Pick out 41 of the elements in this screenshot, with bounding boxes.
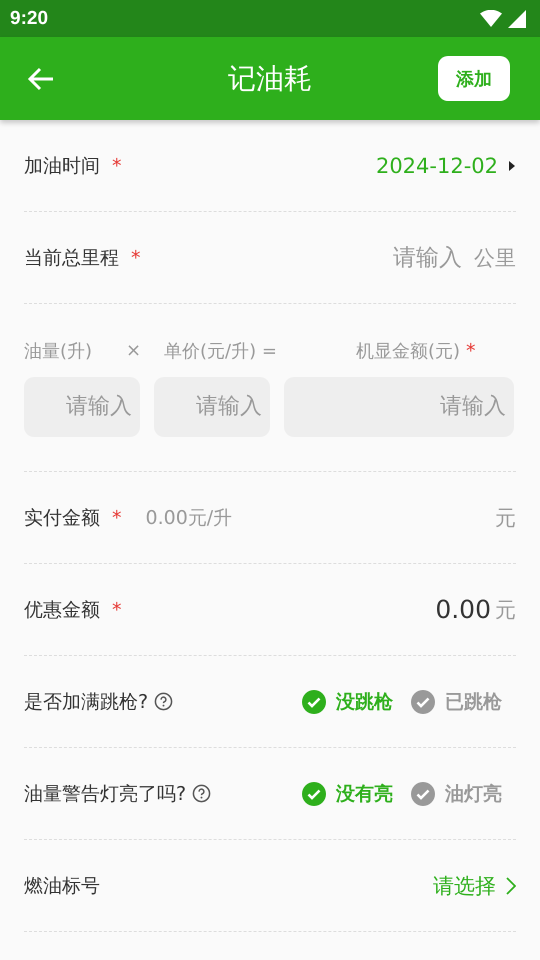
status-time: 9:20 [10,8,48,30]
field-label: 机显金额(元) [356,340,460,362]
back-arrow-icon[interactable] [28,66,54,90]
input-field[interactable]: 请输入 [154,376,270,436]
field-label: 油量(升) [24,340,94,362]
select-link[interactable]: 请选择 [433,872,496,900]
option-label[interactable]: 没跳枪 [336,688,393,714]
price-hint: 0.00元/升 [146,506,234,530]
unit-label: 公里 [474,244,516,272]
field-label: 燃油标号 [24,874,100,898]
amount-value[interactable]: 0.00 [435,595,491,624]
unit-label: 元 [495,504,516,532]
input-field[interactable]: 请输入 [284,376,514,436]
unit-label: 元 [495,596,516,624]
option-label[interactable]: 已跳枪 [445,688,502,714]
field-label: 实付金额 [24,506,100,530]
required-mark: * [131,246,140,268]
help-icon[interactable] [192,784,212,803]
field-label: 是否加满跳枪? [24,690,148,714]
mileage-field[interactable]: 请输入 [370,244,464,272]
signal-icon [508,10,526,28]
add-button[interactable]: 添加 [438,56,510,101]
required-mark: * [466,340,476,362]
caret-icon [508,160,516,172]
option-label[interactable]: 油灯亮 [445,780,502,806]
field-label: 加油时间 [24,154,100,178]
required-mark: * [112,506,122,528]
page-title: 记油耗 [228,60,312,96]
required-mark: * [112,598,122,620]
field-label: 油量警告灯亮了吗? [24,782,186,806]
field-label: 当前总里程 [24,246,119,270]
input-field[interactable]: 请输入 [24,376,140,436]
required-mark: * [112,154,122,176]
option-label[interactable]: 没有亮 [336,780,393,806]
field-label: 单价(元/升) = [164,340,278,362]
operator: × [126,340,142,361]
chevron-right-icon [506,876,516,894]
wifi-icon [480,10,502,27]
field-label: 优惠金额 [24,598,100,622]
help-icon[interactable] [154,692,174,711]
date-value[interactable]: 2024-12-02 [376,154,498,178]
